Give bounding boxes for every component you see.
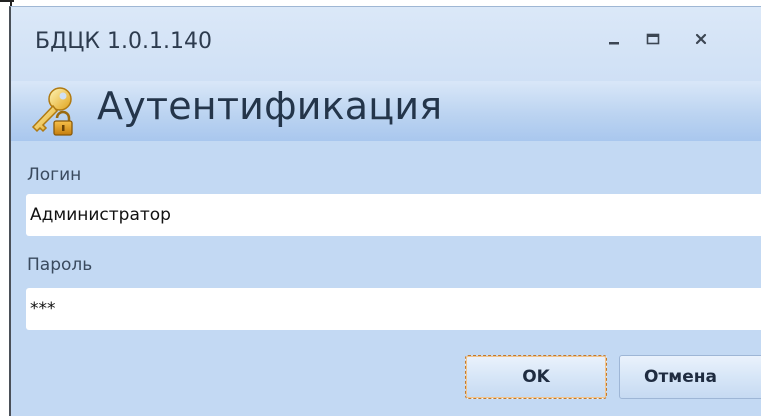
- page-title: Аутентификация: [97, 84, 443, 128]
- password-label: Пароль: [27, 255, 93, 275]
- close-icon: [695, 33, 707, 45]
- login-input[interactable]: [26, 194, 761, 236]
- header-band: Аутентификация: [11, 81, 761, 141]
- maximize-icon: [646, 33, 660, 45]
- key-lock-icon: [31, 87, 73, 136]
- window-title: БДЦК 1.0.1.140: [35, 29, 212, 54]
- title-bar[interactable]: БДЦК 1.0.1.140: [11, 7, 761, 81]
- auth-window: БДЦК 1.0.1.140 Аутентификация Логин Адми…: [9, 6, 761, 416]
- maximize-button[interactable]: [639, 25, 667, 53]
- minimize-icon: [609, 42, 619, 45]
- ok-button[interactable]: OK: [465, 355, 607, 399]
- password-input[interactable]: [26, 288, 761, 330]
- minimize-button[interactable]: [600, 25, 628, 53]
- login-label: Логин: [27, 165, 82, 185]
- cancel-button[interactable]: Отмена: [619, 355, 761, 399]
- close-button[interactable]: [687, 25, 715, 53]
